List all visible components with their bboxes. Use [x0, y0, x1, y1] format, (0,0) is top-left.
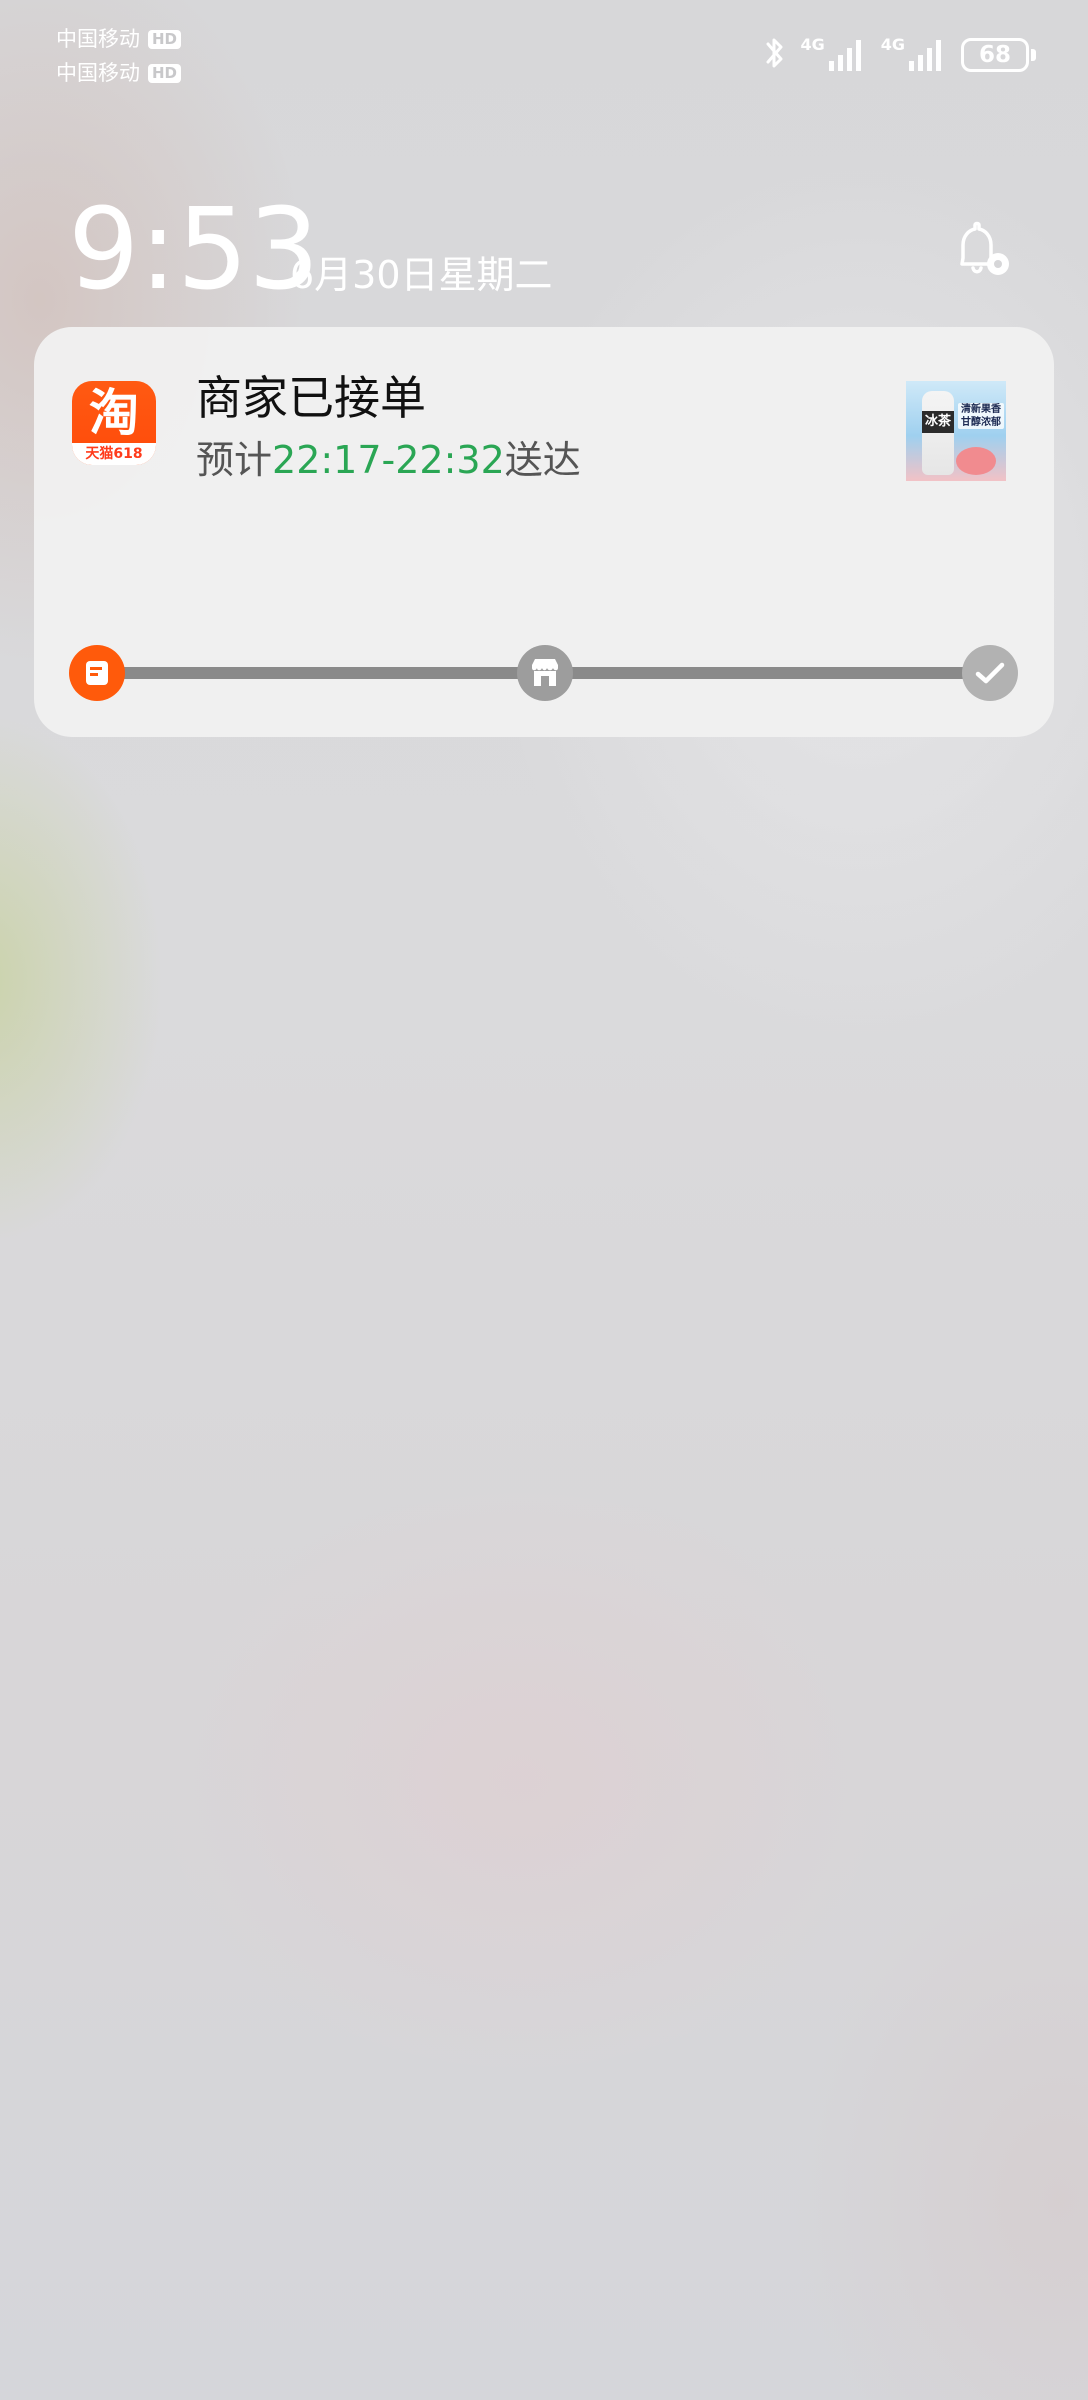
bell-gear-icon[interactable] — [950, 218, 1014, 282]
fruit-shape — [956, 447, 996, 475]
signal-icon-1: 4G — [800, 37, 866, 73]
notification-subtitle: 预计22:17-22:32送达 — [196, 435, 581, 485]
thumbnail-tagline: 清新果香 甘醇浓郁 — [958, 403, 1004, 429]
network-type-2: 4G — [880, 35, 905, 54]
carrier-row-1: 中国移动 HD — [56, 22, 182, 56]
subtitle-suffix: 送达 — [504, 438, 581, 482]
taobao-app-icon: 淘 天猫618 — [72, 381, 156, 465]
bluetooth-icon — [764, 35, 786, 75]
app-icon-glyph: 淘 — [89, 384, 139, 442]
hd-badge-2: HD — [148, 63, 182, 83]
notification-title: 商家已接单 — [196, 371, 426, 425]
check-icon — [962, 645, 1018, 701]
carrier-name-1: 中国移动 — [56, 27, 140, 51]
subtitle-prefix: 预计 — [196, 438, 273, 482]
status-icons: 4G 4G 68 — [764, 34, 1036, 76]
store-icon — [517, 645, 573, 701]
delivery-eta: 22:17-22:32 — [272, 438, 505, 482]
battery-level: 68 — [961, 38, 1029, 72]
delivery-notification-card[interactable]: 淘 天猫618 商家已接单 预计22:17-22:32送达 冰茶 清新果香 甘醇… — [34, 327, 1054, 737]
lock-screen-time: 9:53 — [68, 185, 320, 315]
carrier-info: 中国移动 HD 中国移动 HD — [56, 22, 182, 90]
product-thumbnail: 冰茶 清新果香 甘醇浓郁 — [906, 381, 1006, 481]
lock-screen-date: 6月30日星期二 — [290, 253, 553, 297]
bottle-shape — [922, 391, 954, 475]
app-icon-caption: 天猫618 — [72, 443, 156, 465]
signal-icon-2: 4G — [881, 37, 947, 73]
battery-indicator: 68 — [961, 38, 1036, 72]
hd-badge-1: HD — [148, 29, 182, 49]
carrier-row-2: 中国移动 HD — [56, 56, 182, 90]
battery-tip — [1031, 49, 1036, 61]
network-type-1: 4G — [800, 35, 825, 54]
order-icon — [69, 645, 125, 701]
carrier-name-2: 中国移动 — [56, 61, 140, 85]
thumbnail-brand: 冰茶 — [924, 414, 951, 429]
